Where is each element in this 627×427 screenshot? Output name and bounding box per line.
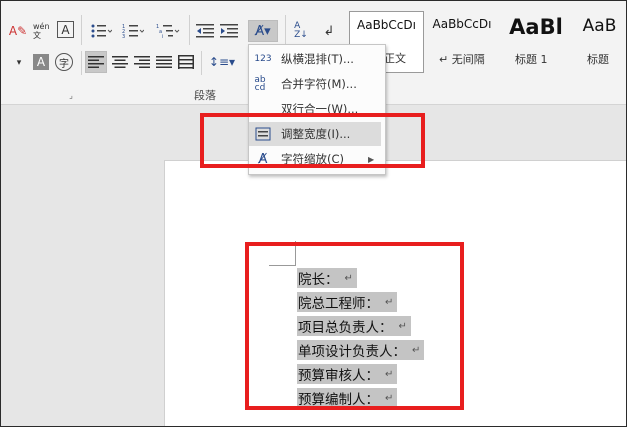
distributed-icon <box>178 55 194 69</box>
style-title[interactable]: AaB 标题 <box>573 11 626 73</box>
asian-layout-icon: A̸▾ <box>255 23 271 39</box>
sort-button[interactable]: A Z↓ <box>291 19 311 43</box>
phonetic-guide-icon: wén 文 <box>33 22 50 40</box>
style-name: 标题 1 <box>515 53 548 66</box>
highlight-box-menu <box>200 113 425 168</box>
style-sample: AaBbCcDı <box>432 17 492 31</box>
pilcrow-icon: ↲ <box>323 23 335 39</box>
increase-indent-button[interactable] <box>219 21 239 41</box>
app-window: A✎ wén 文 A 123 1ai A̸▾ A Z↓ ↲ ▾ A 字 ↕≡▾ … <box>0 0 627 427</box>
svg-text:i: i <box>162 34 163 39</box>
clear-formatting-button[interactable]: A✎ <box>7 21 29 41</box>
align-left-button[interactable] <box>85 51 107 73</box>
highlight-box-text <box>245 242 464 410</box>
character-shading-icon: A <box>36 55 46 69</box>
character-shading-button[interactable]: A <box>33 54 49 70</box>
style-name: ↵ 无间隔 <box>439 53 485 66</box>
vertical-in-horizontal-icon: 123 <box>254 54 272 64</box>
style-sample: AaB <box>582 16 617 36</box>
line-spacing-icon: ↕≡▾ <box>208 55 236 69</box>
sort-icon: A Z↓ <box>294 21 308 40</box>
font-dialog-launcher[interactable]: ⌟ <box>65 89 77 101</box>
bullets-button[interactable] <box>87 21 115 41</box>
style-name: 正文 <box>384 52 406 65</box>
justify-button[interactable] <box>153 51 175 73</box>
menu-item-combine-characters[interactable]: ab cd 合并字符(M)... <box>249 72 385 96</box>
svg-text:3: 3 <box>122 34 125 39</box>
eraser-icon: A✎ <box>8 24 28 38</box>
asian-layout-button[interactable]: A̸▾ <box>248 20 278 42</box>
bullet-list-icon <box>91 24 112 38</box>
numbered-list-icon: 123 <box>122 24 144 39</box>
multilevel-list-button[interactable]: 1ai <box>153 21 183 41</box>
distributed-button[interactable] <box>175 51 197 73</box>
combine-characters-icon: ab cd <box>254 75 266 93</box>
chevron-down-icon: ▾ <box>16 58 22 68</box>
menu-item-vertical-in-horizontal[interactable]: 123 纵横混排(T)... <box>249 47 385 71</box>
dialog-launcher-icon: ⌟ <box>69 90 73 100</box>
align-right-button[interactable] <box>131 51 153 73</box>
justify-icon <box>156 56 172 68</box>
font-color-dropdown[interactable]: ▾ <box>13 55 25 71</box>
style-sample: AaBbCcDı <box>357 18 416 32</box>
decrease-indent-icon <box>196 24 214 38</box>
styles-gallery: AaBbCcDı 正文 AaBbCcDı ↵ 无间隔 AaBl 标题 1 AaB… <box>349 11 626 73</box>
character-border-icon: A <box>61 22 70 37</box>
line-spacing-button[interactable]: ↕≡▾ <box>207 51 237 73</box>
numbering-button[interactable]: 123 <box>119 21 147 41</box>
divider <box>201 51 202 75</box>
decrease-indent-button[interactable] <box>195 21 215 41</box>
increase-indent-icon <box>220 24 238 38</box>
style-sample: AaBl <box>509 15 563 39</box>
phonetic-guide-button[interactable]: wén 文 <box>33 19 55 43</box>
style-name: 标题 <box>587 53 609 66</box>
divider <box>81 51 82 75</box>
style-heading-1[interactable]: AaBl 标题 1 <box>501 11 571 73</box>
character-border-button[interactable]: A <box>57 21 74 38</box>
enclose-characters-icon: 字 <box>59 58 69 70</box>
align-left-icon <box>88 56 104 68</box>
enclose-characters-button[interactable]: 字 <box>55 53 73 71</box>
align-right-icon <box>134 56 150 68</box>
divider <box>81 15 82 45</box>
divider <box>189 15 190 45</box>
divider <box>285 15 286 45</box>
style-no-spacing[interactable]: AaBbCcDı ↵ 无间隔 <box>426 11 498 73</box>
align-center-button[interactable] <box>109 51 131 73</box>
show-marks-button[interactable]: ↲ <box>319 21 339 41</box>
multilevel-list-icon: 1ai <box>156 24 180 39</box>
paragraph-group-label: 段落 <box>194 89 216 102</box>
align-center-icon <box>112 56 128 68</box>
